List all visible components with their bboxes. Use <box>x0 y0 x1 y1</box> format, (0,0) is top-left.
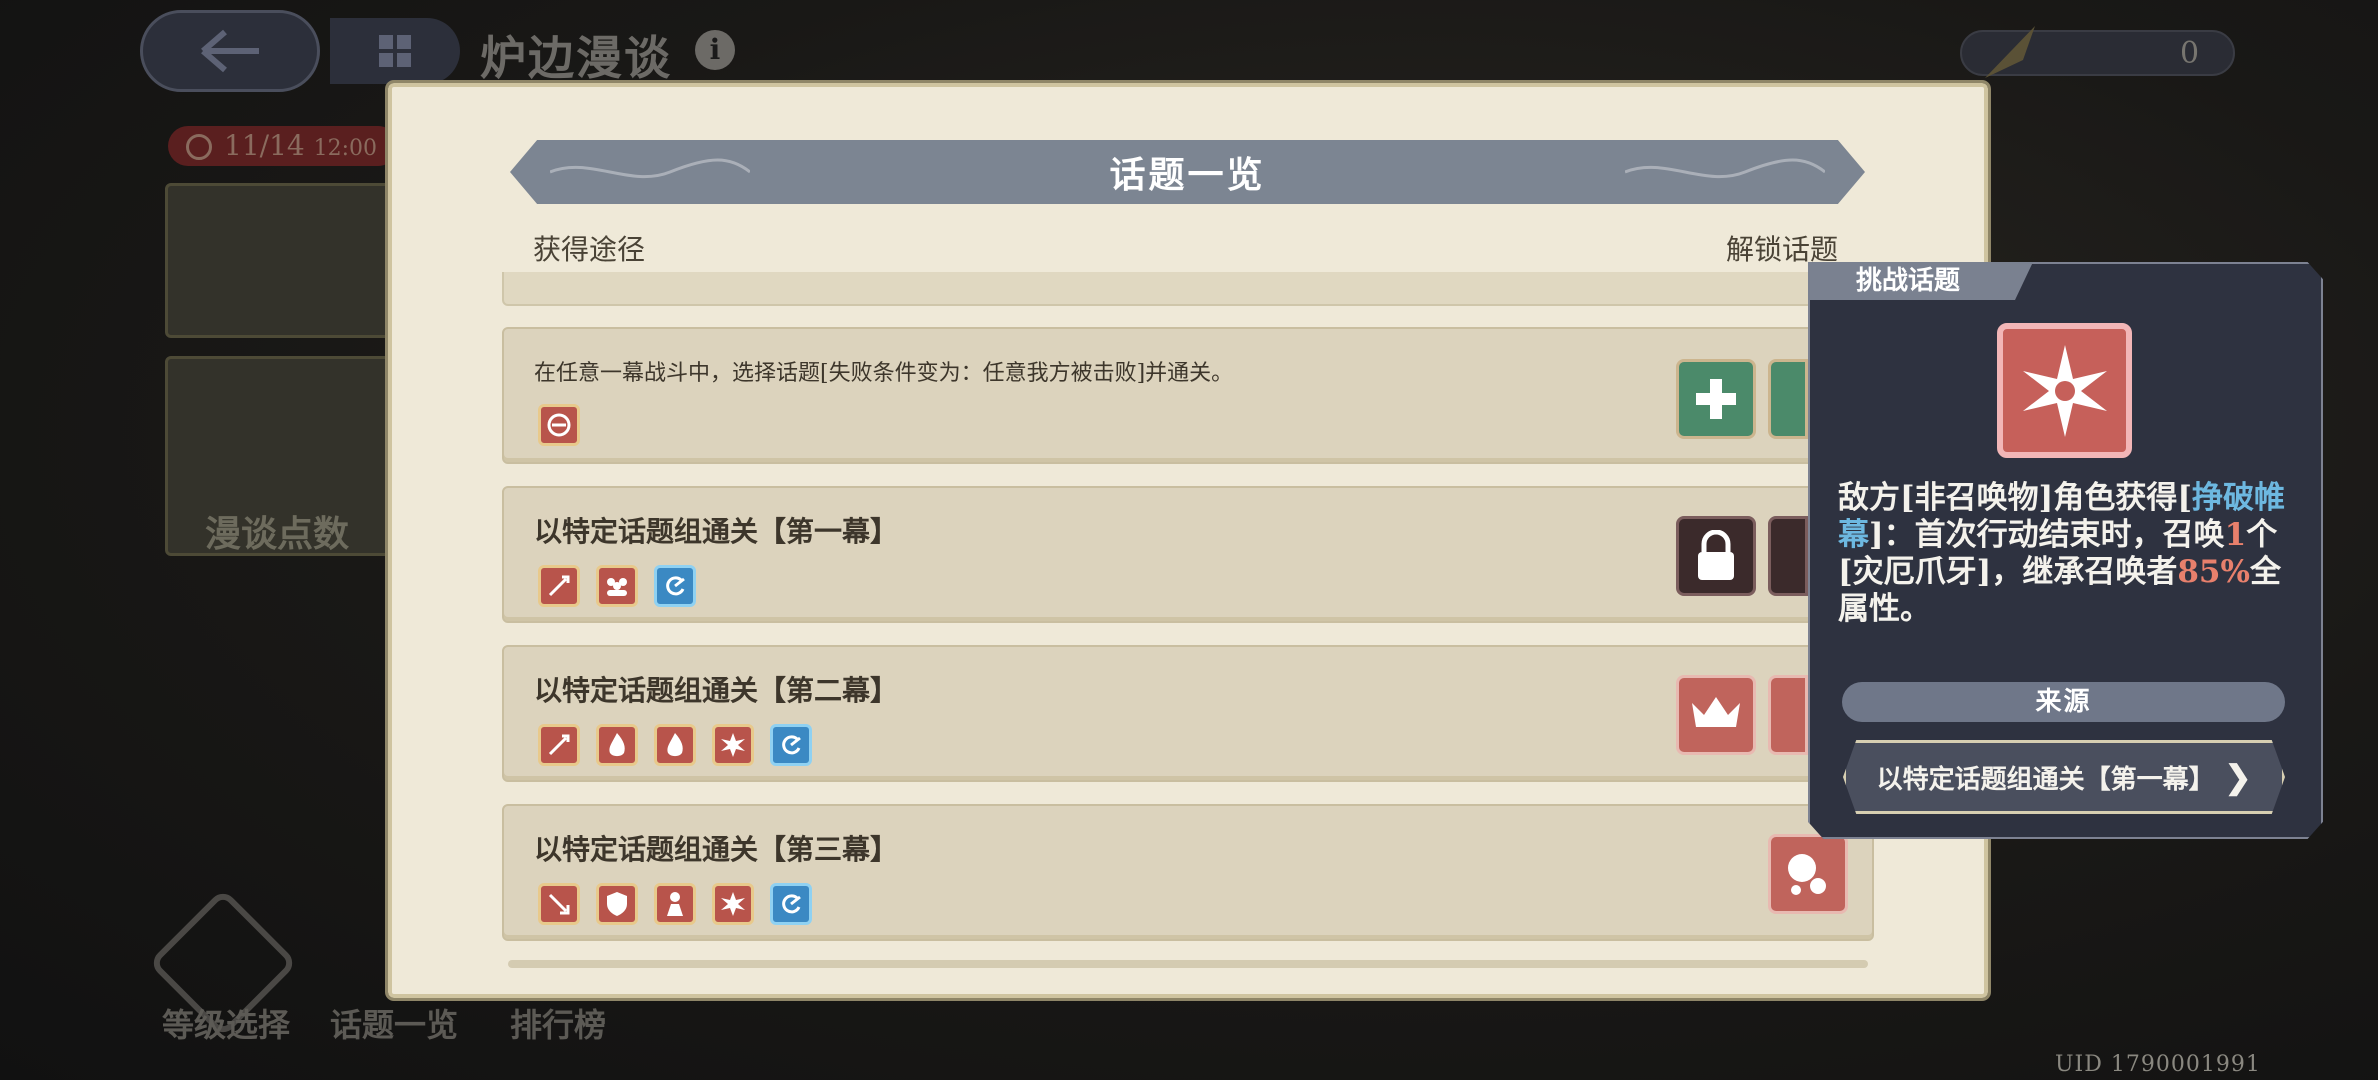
clock-icon <box>186 134 212 160</box>
list-item[interactable]: 以特定话题组通关【第三幕】 <box>502 804 1874 941</box>
source-button[interactable]: 以特定话题组通关【第一幕】 ❯ <box>1843 740 2285 814</box>
lock-icon[interactable] <box>1768 516 1808 596</box>
feather-icon[interactable] <box>1768 359 1808 439</box>
topic-description: 敌方[非召唤物]角色获得[挣破帷幕]：首次行动结束时，召唤1个[灾厄爪牙]，继承… <box>1838 480 2303 628</box>
sword-up-icon[interactable] <box>538 565 580 607</box>
row-title: 以特定话题组通关【第二幕】 <box>534 674 899 707</box>
crown-icon[interactable] <box>1676 675 1756 755</box>
challenge-topic-tag: 挑战话题 <box>1808 262 2033 300</box>
swirl-icon[interactable] <box>770 883 812 925</box>
star-burst-icon <box>1997 323 2132 458</box>
flame-icon[interactable] <box>596 724 638 766</box>
col-header-source: 获得途径 <box>533 233 646 266</box>
row-title: 以特定话题组通关【第一幕】 <box>534 515 899 548</box>
modal-title: 话题一览 <box>1109 154 1266 196</box>
swirl-icon[interactable] <box>654 565 696 607</box>
desc-part-a: 敌方[非召唤物]角色获得[ <box>1838 480 2193 516</box>
list-bottom-edge <box>508 960 1868 968</box>
list-item[interactable]: 在任意一幕战斗中，选择话题[失败条件变为：任意我方被击败]并通关。 <box>502 327 1874 464</box>
chevron-right-icon: ❯ <box>2224 758 2252 796</box>
row-title: 在任意一幕战斗中，选择话题[失败条件变为：任意我方被击败]并通关。 <box>534 361 1234 386</box>
grid-icon <box>379 35 411 67</box>
time-text: 12:00 <box>313 136 378 161</box>
source-button-label: 以特定话题组通关【第一幕】 <box>1876 764 2215 795</box>
uid-text: UID 1790001991 <box>2055 1052 2261 1077</box>
desc-count: 1 <box>2224 517 2247 553</box>
nav-level-select[interactable]: 等级选择 <box>162 1000 290 1046</box>
desc-part-b: ]：首次行动结束时，召唤 <box>1869 517 2225 553</box>
nav-topic-list[interactable]: 话题一览 <box>330 1000 458 1046</box>
row-title: 以特定话题组通关【第三幕】 <box>534 833 899 866</box>
ornament-right-icon <box>1625 158 1825 178</box>
bubbles-icon[interactable] <box>1768 834 1848 914</box>
feather-currency-icon <box>1985 26 2035 78</box>
sword-down-icon[interactable] <box>538 883 580 925</box>
nav-leaderboard[interactable]: 排行榜 <box>510 1000 606 1046</box>
sword-up-icon[interactable] <box>538 724 580 766</box>
list-item[interactable]: 以特定话题组通关【第二幕】 <box>502 645 1874 782</box>
side-card-scroll[interactable] <box>165 183 395 338</box>
page-title: 炉边漫谈 <box>480 31 672 85</box>
swirl-icon[interactable] <box>770 724 812 766</box>
currency-value: 0 <box>2180 36 2200 71</box>
figure-icon[interactable] <box>654 883 696 925</box>
burst-icon[interactable] <box>712 724 754 766</box>
info-icon[interactable]: i <box>695 30 735 70</box>
burst-icon[interactable] <box>712 883 754 925</box>
heal-plus-icon[interactable] <box>1676 359 1756 439</box>
list-item[interactable]: 以特定话题组通关【第一幕】 <box>502 486 1874 623</box>
modal-header: 话题一览 <box>510 140 1865 204</box>
back-button[interactable] <box>140 10 320 92</box>
back-arrow-icon <box>201 29 259 73</box>
shield-icon[interactable] <box>596 883 638 925</box>
source-label: 来源 <box>1842 682 2285 722</box>
prohibit-icon[interactable] <box>538 404 580 446</box>
date-text: 11/14 <box>224 129 305 162</box>
list-top-edge <box>502 272 1874 306</box>
points-label: 漫谈点数 <box>205 513 350 555</box>
flame-icon[interactable] <box>654 724 696 766</box>
desc-percent: 85% <box>2177 554 2250 590</box>
lock-icon[interactable] <box>1676 516 1756 596</box>
crown-icon[interactable] <box>1768 675 1808 755</box>
menu-button[interactable] <box>330 18 460 84</box>
ornament-left-icon <box>550 158 750 178</box>
team-icon[interactable] <box>596 565 638 607</box>
